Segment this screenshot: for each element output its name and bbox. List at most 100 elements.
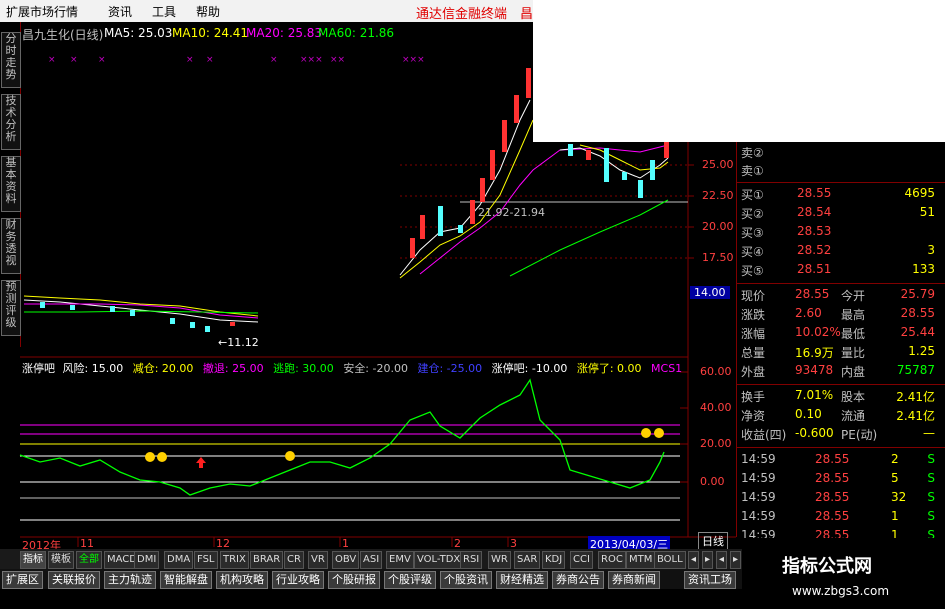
indicator-tab[interactable]: FSL <box>194 551 218 569</box>
watermark: 指标公式网 www.zbgs3.com <box>742 538 945 609</box>
bottom-tab[interactable]: 机构攻略 <box>216 571 268 589</box>
early-candles <box>23 295 259 332</box>
field-retreat: 撤退: 25.00 <box>202 362 264 375</box>
price-tick: 17.50 <box>702 251 734 264</box>
bottom-tab[interactable]: 智能解盘 <box>160 571 212 589</box>
tick-price: 28.55 <box>815 490 850 504</box>
stat-value: — <box>923 426 935 440</box>
sell-label: 卖② <box>741 146 764 160</box>
stat-key: 今开 <box>841 289 866 303</box>
scroll-left-icon[interactable]: ◂ <box>688 551 700 569</box>
stat-value: 28.55 <box>795 287 830 301</box>
indicator-tab[interactable]: VOL-TDX <box>414 551 464 569</box>
stat-value: 2.60 <box>795 306 822 320</box>
scroll-left-icon[interactable]: ◂ <box>716 551 728 569</box>
svg-text:×: × <box>206 55 214 65</box>
stat-key: 最低 <box>841 327 866 341</box>
indicator-tab[interactable]: KDJ <box>542 551 566 569</box>
buy-price: 28.51 <box>797 262 832 276</box>
overlay-gap <box>533 0 945 142</box>
field-build: 建仓: -25.00 <box>417 362 483 375</box>
stat-key: 总量 <box>741 346 766 360</box>
indicator-tick: 40.00 <box>700 401 732 414</box>
bottom-tab[interactable]: 财经精选 <box>496 571 548 589</box>
indicator-tick: 60.00 <box>700 365 732 378</box>
indicator-tab[interactable]: CR <box>284 551 304 569</box>
bottom-tab[interactable]: 券商公告 <box>552 571 604 589</box>
stat-value: 28.55 <box>900 306 935 320</box>
bottom-tab[interactable]: 资讯工场 <box>684 571 736 589</box>
period-button[interactable]: 日线 <box>698 532 728 550</box>
low-annotation: ←11.12 <box>218 336 259 349</box>
tick-side: S <box>927 452 935 466</box>
stat-key: 换手 <box>741 390 766 404</box>
field-mcs1: MCS1 <box>651 362 683 375</box>
watermark-title: 指标公式网 <box>782 556 872 577</box>
price-tick: 20.00 <box>702 220 734 233</box>
field-escape: 逃跑: 30.00 <box>273 362 334 375</box>
sell-label: 卖① <box>741 164 764 178</box>
ma5-value: MA5: 25.03 <box>104 26 173 40</box>
indicator-tab[interactable]: BRAR <box>250 551 284 569</box>
bottom-tab[interactable]: 个股研报 <box>328 571 380 589</box>
indicator-tab[interactable]: EMV <box>386 551 414 569</box>
buy-price: 28.53 <box>797 224 832 238</box>
tick-side: S <box>927 509 935 523</box>
indicator-tab[interactable]: 指标 <box>20 551 46 569</box>
indicator-tick: 0.00 <box>700 475 725 488</box>
watermark-url: www.zbgs3.com <box>792 584 890 598</box>
buy-label: 买① <box>741 188 764 202</box>
stat-value: 75787 <box>896 363 935 377</box>
quote-panel: 卖② 卖① 买① 28.55 4695 买② 28.54 51 买③ 28.53 买④ 28… <box>736 142 945 542</box>
stock-title: 昌九生化(日线) <box>22 28 104 42</box>
bottom-tab[interactable]: 扩展区 <box>2 571 43 589</box>
indicator-tab[interactable]: TRIX <box>220 551 249 569</box>
indicator-tab[interactable]: SAR <box>514 551 541 569</box>
indicator-tab[interactable]: WR <box>488 551 511 569</box>
svg-text:×: × <box>98 55 106 65</box>
tick-volume: 32 <box>891 490 907 504</box>
tick-side: S <box>927 490 935 504</box>
buy-price: 28.55 <box>797 186 832 200</box>
svg-text:×: × <box>186 55 194 65</box>
buy-volume: 4695 <box>904 186 935 200</box>
indicator-tab[interactable]: MTM <box>626 551 656 569</box>
indicator-tab[interactable]: DMI <box>134 551 160 569</box>
indicator-tab[interactable]: RSI <box>460 551 483 569</box>
indicator-tab[interactable]: ASI <box>360 551 383 569</box>
svg-text:×××: ××× <box>402 55 425 65</box>
indicator-tab[interactable]: VR <box>308 551 328 569</box>
bottom-tab[interactable]: 券商新闻 <box>608 571 660 589</box>
indicator-tab[interactable]: OBV <box>332 551 360 569</box>
buy-label: 买⑤ <box>741 264 764 278</box>
buy-volume: 133 <box>912 262 935 276</box>
tick-volume: 5 <box>891 471 899 485</box>
bottom-tab[interactable]: 主力轨迹 <box>104 571 156 589</box>
tick-time: 14:59 <box>741 490 776 504</box>
bottom-tab[interactable]: 个股资讯 <box>440 571 492 589</box>
tick-side: S <box>927 471 935 485</box>
indicator-tab[interactable]: ROC <box>598 551 626 569</box>
stat-key: 量比 <box>841 346 866 360</box>
indicator-tab[interactable]: DMA <box>164 551 194 569</box>
bottom-tab[interactable]: 个股评级 <box>384 571 436 589</box>
stat-key: 股本 <box>841 390 866 404</box>
stat-key: 外盘 <box>741 365 766 379</box>
stat-key: 现价 <box>741 289 766 303</box>
bottom-tab[interactable]: 关联报价 <box>48 571 100 589</box>
scroll-right-icon[interactable]: ▸ <box>730 551 742 569</box>
field-safe: 安全: -20.00 <box>343 362 408 375</box>
indicator-tab[interactable]: BOLL <box>654 551 686 569</box>
indicator-header: 涨停吧 风险: 15.00 减仓: 20.00 撤退: 25.00 逃跑: 30… <box>22 360 682 376</box>
stat-value: 1.25 <box>908 344 935 358</box>
indicator-tab[interactable]: CCI <box>570 551 593 569</box>
indicator-tab[interactable]: 模板 <box>48 551 74 569</box>
tick-time: 14:59 <box>741 509 776 523</box>
indicator-line <box>19 378 665 496</box>
scroll-right-icon[interactable]: ▸ <box>702 551 714 569</box>
stat-key: 涨跌 <box>741 308 766 322</box>
indicator-tab[interactable]: 全部 <box>76 551 102 569</box>
tick-time: 14:59 <box>741 452 776 466</box>
bottom-tab[interactable]: 行业攻略 <box>272 571 324 589</box>
field-risk: 风险: 15.00 <box>62 362 124 375</box>
